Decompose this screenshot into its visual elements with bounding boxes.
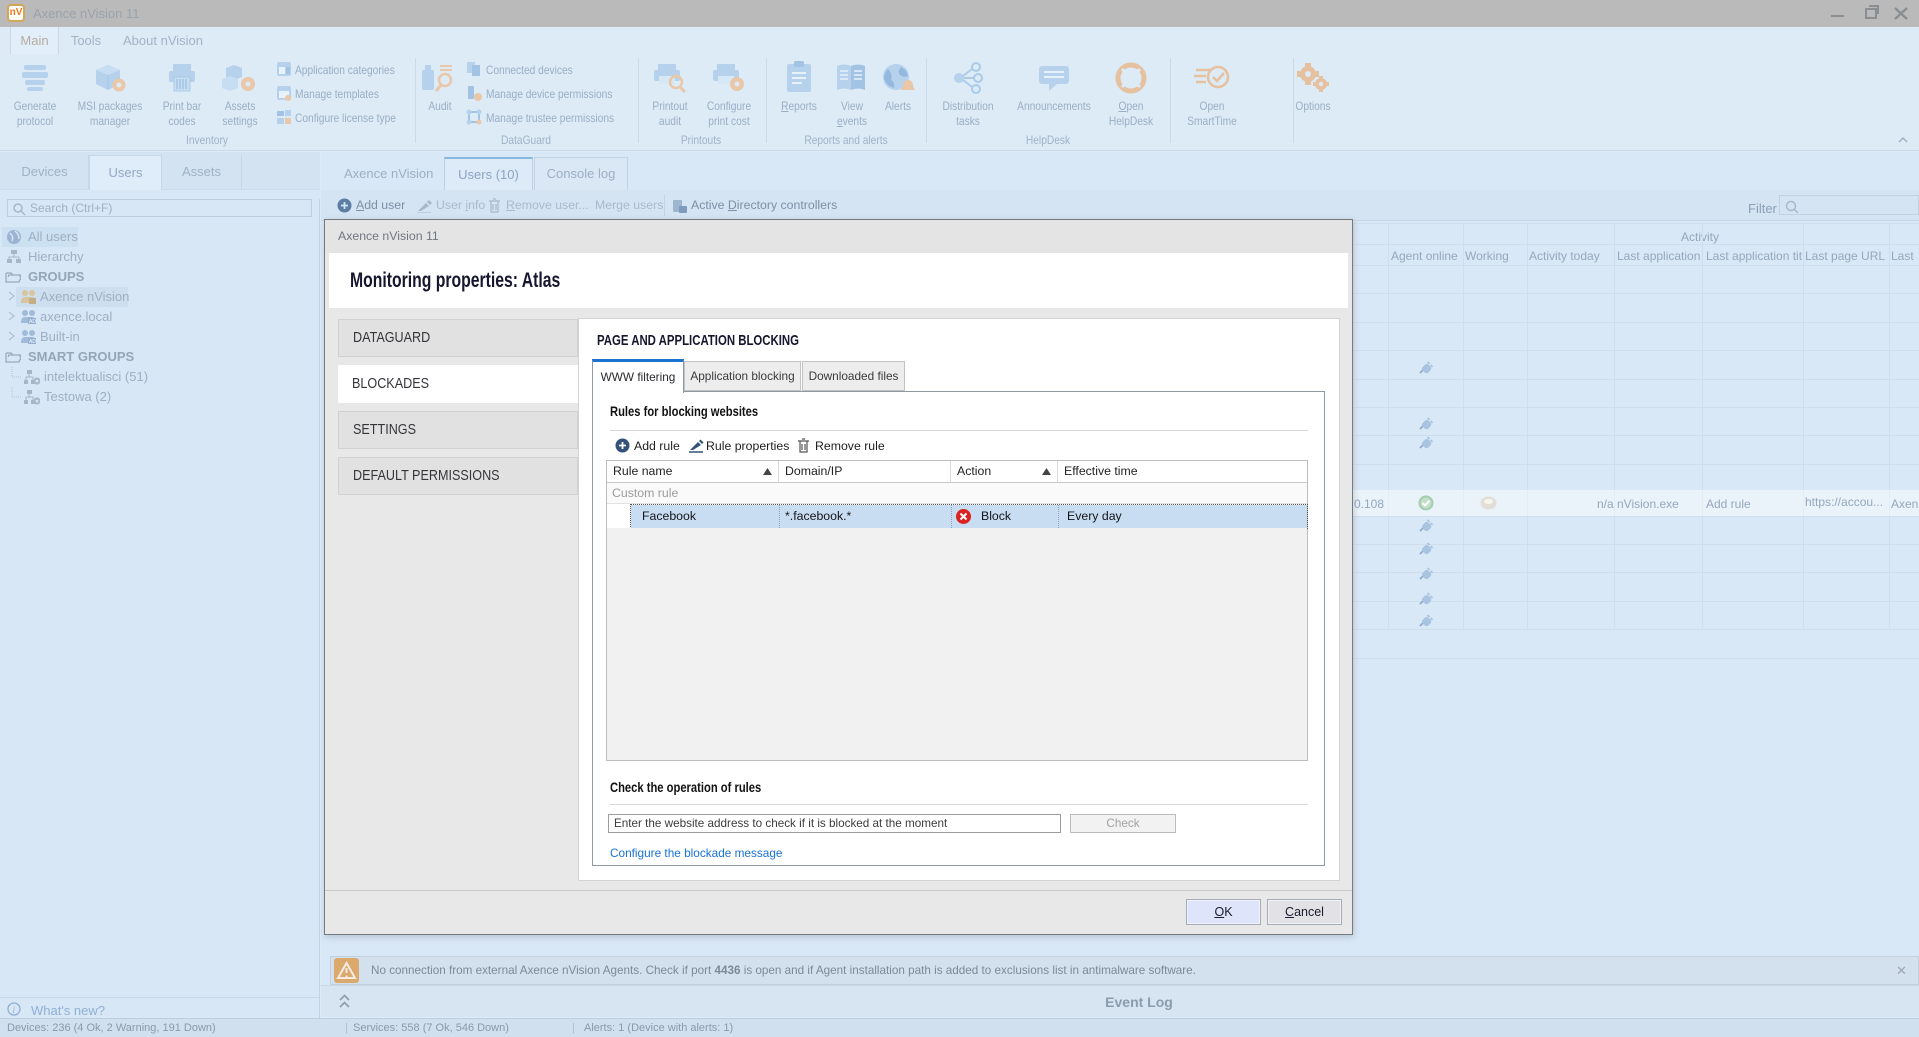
svg-text:AD: AD <box>29 319 36 325</box>
svg-text:AD: AD <box>29 339 36 345</box>
svg-text:i: i <box>13 1005 16 1015</box>
